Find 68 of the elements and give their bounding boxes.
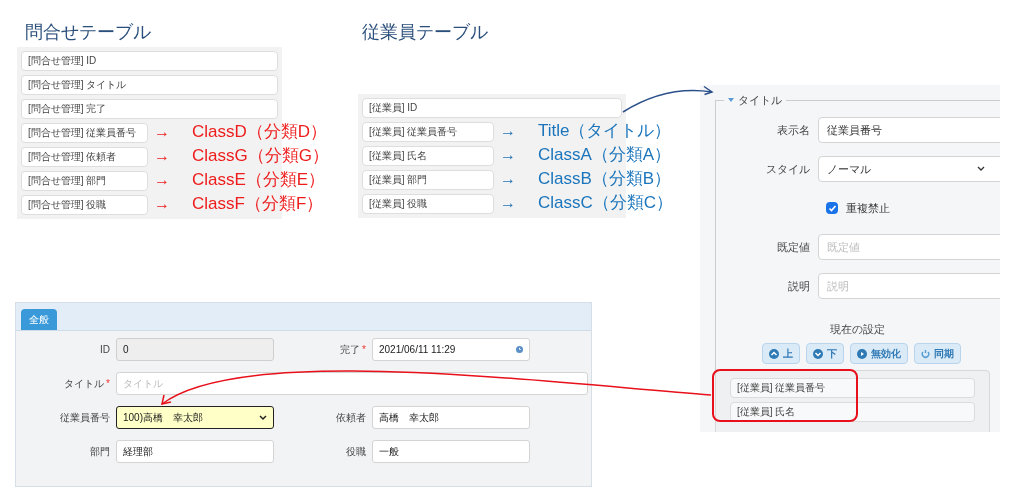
mapping-note: ClassE（分類E） (192, 169, 326, 191)
field-item[interactable]: [問合せ管理] ID (21, 51, 278, 71)
mapping-note: ClassD（分類D） (192, 121, 328, 143)
down-icon (813, 348, 823, 359)
field-item[interactable]: [従業員] 部門 (362, 170, 494, 190)
mapping-arrow: → (154, 146, 170, 166)
form-label: 役職 (346, 445, 366, 459)
text-field[interactable]: 一般 (372, 440, 530, 463)
mapping-arrow: → (154, 194, 170, 214)
required-mark: * (106, 377, 110, 391)
form-label: 部門 (90, 445, 110, 459)
mapping-note: Title（タイトル） (538, 120, 672, 142)
mapping-note: ClassA（分類A） (538, 144, 672, 166)
text-field[interactable]: 高橋 幸太郎 (372, 406, 530, 429)
field-item[interactable]: [従業員] ID (362, 98, 622, 118)
mapping-arrow: → (154, 170, 170, 190)
field-item[interactable]: [問合せ管理] 依頼者 (21, 147, 148, 167)
field-item[interactable]: [問合せ管理] 従業員番号 (21, 123, 148, 143)
checkbox-label: 重複禁止 (846, 200, 890, 216)
current-settings-label: 現在の設定 (830, 323, 885, 335)
checkbox[interactable] (826, 202, 838, 214)
mapping-arrow: → (154, 122, 170, 142)
field-item[interactable]: [従業員] 従業員番号 (730, 378, 975, 398)
text-field[interactable]: 経理部 (116, 440, 274, 463)
field-item[interactable]: [問合せ管理] 完了 (21, 99, 278, 119)
text-field[interactable]: 従業員番号 (818, 117, 1000, 143)
action-button[interactable]: 無効化 (850, 343, 908, 364)
field-item[interactable]: [従業員] 役職 (362, 194, 494, 214)
chevron-icon (977, 166, 985, 172)
field-item[interactable]: [従業員] 従業員番号 (362, 122, 494, 142)
mapping-note: ClassB（分類B） (538, 168, 672, 190)
form-label: タイトル (64, 377, 105, 391)
form-label: ID (100, 343, 110, 357)
field-label: 説明 (787, 278, 811, 294)
field-item[interactable]: [従業員] 氏名 (362, 146, 494, 166)
mapping-arrow: → (500, 145, 516, 165)
action-button[interactable]: 上 (762, 343, 800, 364)
sync-icon (921, 348, 930, 359)
section-legend: タイトル (738, 92, 782, 109)
field-item[interactable]: [問合せ管理] 役職 (21, 195, 148, 215)
field-label: 表示名 (776, 122, 811, 138)
field-item[interactable]: [問合せ管理] タイトル (21, 75, 278, 95)
field-label: 既定値 (776, 239, 811, 255)
mapping-arrow: → (500, 169, 516, 189)
clock-icon (516, 346, 523, 353)
table-title: 従業員テーブル (362, 21, 488, 44)
form-label: 従業員番号 (60, 411, 110, 425)
mapping-note: ClassC（分類C） (538, 192, 674, 214)
field-item[interactable]: [従業員] 氏名 (730, 402, 975, 422)
chevron-icon (259, 414, 267, 421)
required-mark: * (362, 343, 366, 357)
table-title: 問合せテーブル (25, 21, 151, 44)
mapping-arrow: → (500, 121, 516, 141)
select-field[interactable]: 100)高橋 幸太郎 (116, 406, 274, 429)
field-label: スタイル (765, 161, 811, 177)
action-button[interactable]: 同期 (914, 343, 961, 364)
action-button[interactable]: 下 (806, 343, 844, 364)
mapping-note: ClassG（分類G） (192, 145, 329, 167)
style-select[interactable]: ノーマル (818, 156, 1000, 182)
play-icon (857, 348, 867, 359)
up-icon (769, 348, 779, 359)
expanded-caret-icon[interactable] (728, 97, 734, 103)
field-item[interactable]: [問合せ管理] 部門 (21, 171, 148, 191)
form-label: 依頼者 (336, 411, 366, 425)
mapping-arrow: → (500, 193, 516, 213)
form-label: 完了 (340, 343, 361, 357)
datetime-field[interactable]: 2021/06/11 11:29 (372, 338, 530, 361)
mapping-note: ClassF（分類F） (192, 193, 324, 215)
